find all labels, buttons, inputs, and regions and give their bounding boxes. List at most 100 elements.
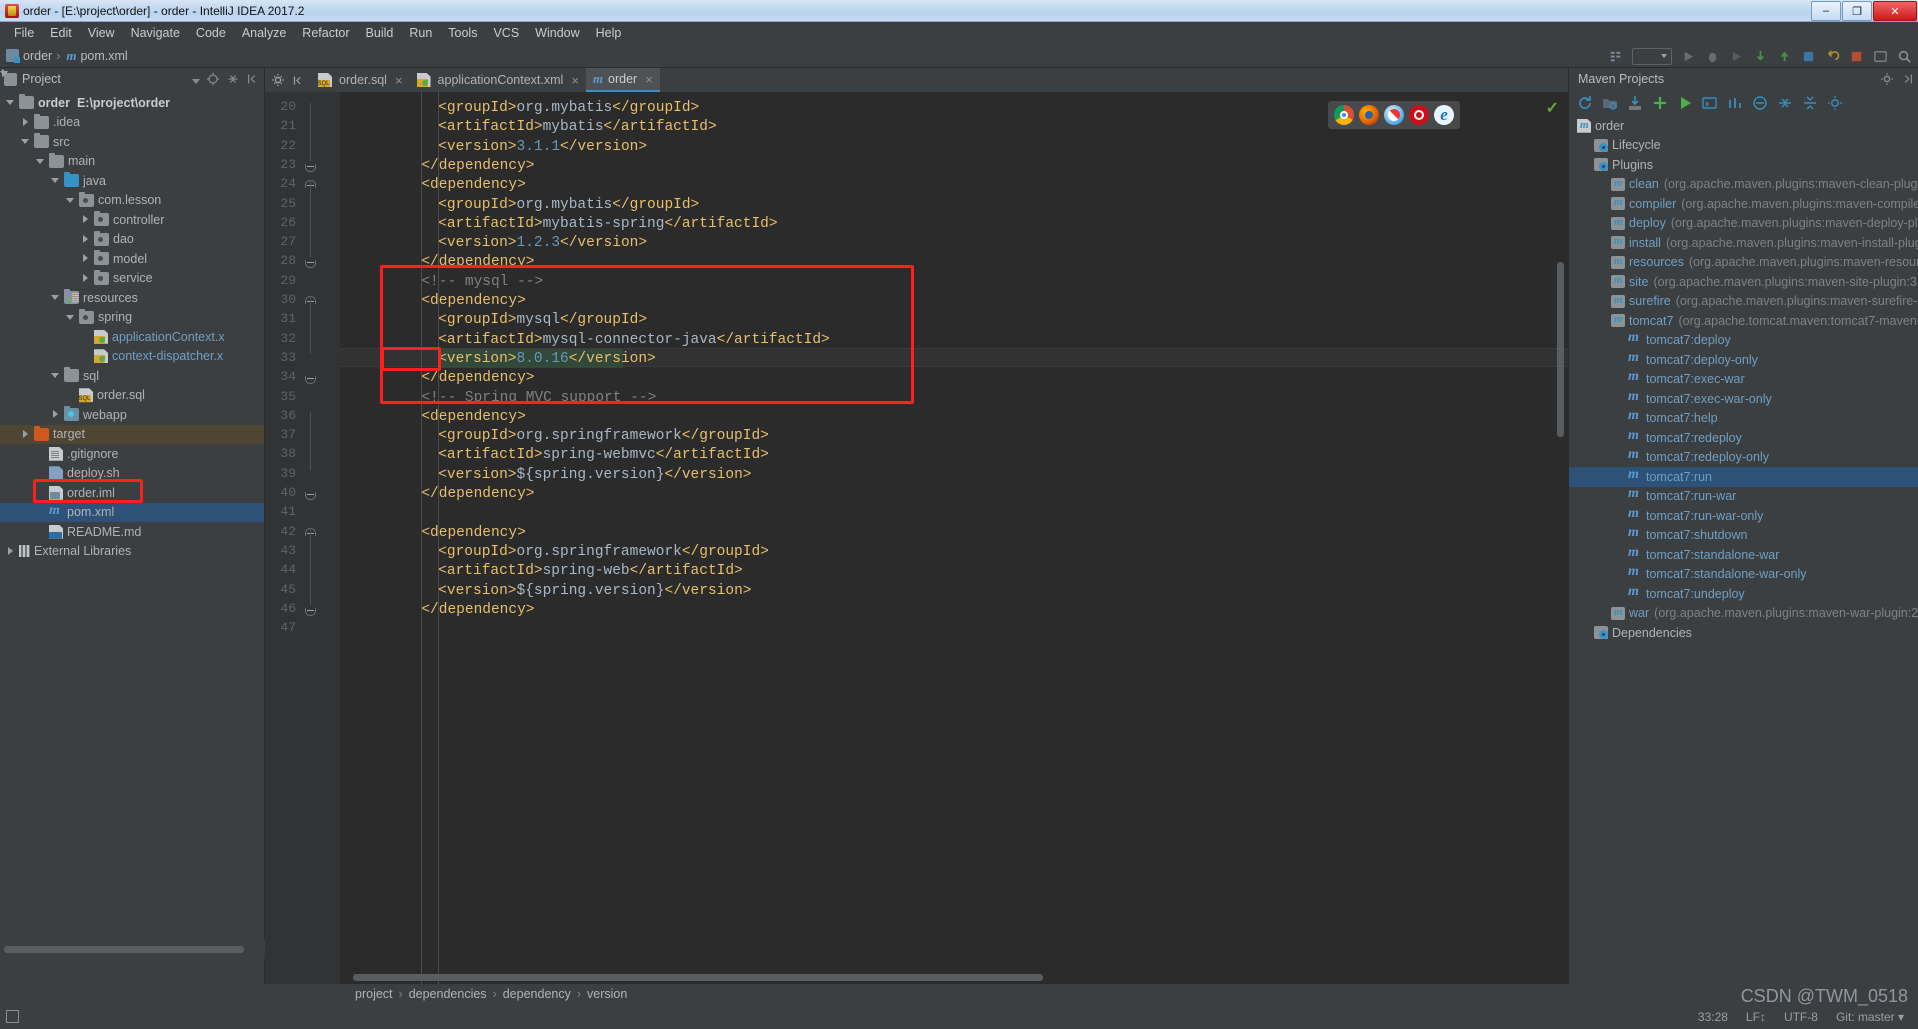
vcs-history-icon[interactable] [1801,49,1816,64]
run-configuration-selector[interactable] [1632,47,1672,65]
project-tree-item-sql[interactable]: sql [0,366,264,386]
project-tree-item-pom-xml[interactable]: pom.xml [0,502,264,522]
code-line[interactable]: <version>1.2.3</version> [438,234,647,253]
status-bar-right[interactable]: 33:28 LF↕ UTF-8 Git: master ▾ [1698,1010,1918,1024]
project-tree-item-src[interactable]: src [0,132,264,152]
project-tree-item-controller[interactable]: controller [0,210,264,230]
download-sources-icon[interactable] [1627,95,1643,111]
opera-icon[interactable] [1409,105,1429,125]
maven-tree-item-tomcat7-deploy[interactable]: tomcat7:deploy [1569,330,1918,351]
toggle-skip-tests-icon[interactable] [1727,95,1743,111]
breadcrumb-item-dependency[interactable]: dependency [503,987,571,1001]
line-separator[interactable]: LF↕ [1746,1010,1766,1024]
editor-vertical-scrollbar[interactable] [1557,262,1564,437]
maven-tree-item-install[interactable]: install (org.apache.maven.plugins:maven-i… [1569,233,1918,253]
code-line[interactable]: <groupId>org.mybatis</groupId> [438,196,699,215]
hide-panel-icon[interactable] [1900,72,1914,86]
project-tree-item-readme-md[interactable]: README.md [0,522,264,542]
maven-tree-item-order[interactable]: order [1569,116,1918,136]
run-icon[interactable] [1677,95,1693,111]
firefox-icon[interactable] [1359,105,1379,125]
menu-bar[interactable]: File Edit View Navigate Code Analyze Refactor B… [0,22,1918,44]
code-fold-marker[interactable] [305,373,316,385]
menu-item-code[interactable]: Code [188,24,234,42]
code-line[interactable]: <!-- mysql --> [421,273,543,292]
chrome-icon[interactable] [1334,105,1354,125]
breadcrumb-item-version[interactable]: version [587,987,627,1001]
code-line[interactable]: <artifactId>spring-web</artifactId> [438,562,743,581]
chevron-right-icon[interactable] [6,546,17,557]
maximize-button[interactable]: ❐ [1842,1,1872,21]
code-fold-marker[interactable] [305,161,316,172]
breadcrumb[interactable]: project › dependencies › dependency › version [265,984,1568,1004]
expand-all-icon[interactable] [1802,95,1818,111]
toggle-offline-icon[interactable] [1752,95,1768,111]
code-line[interactable]: <version>8.0.16</version> [438,350,656,369]
maven-tree-item-surefire[interactable]: surefire (org.apache.maven.plugins:maven-… [1569,292,1918,312]
project-tree-item-main[interactable]: main [0,152,264,172]
maven-tree-item-tomcat7-run[interactable]: tomcat7:run [1569,467,1918,487]
menu-item-edit[interactable]: Edit [42,24,80,42]
code-line[interactable]: <version>${spring.version}</version> [438,466,751,485]
code-line[interactable]: <dependency> [421,524,525,543]
chevron-right-icon[interactable] [81,234,92,245]
maven-tree-item-tomcat7-run-war-only[interactable]: tomcat7:run-war-only [1569,506,1918,526]
breadcrumb-item-dependencies[interactable]: dependencies [409,987,487,1001]
close-icon[interactable]: × [395,73,403,88]
caret-position[interactable]: 33:28 [1698,1010,1728,1024]
window-controls[interactable]: – ❐ ✕ [1811,0,1918,22]
editor-tab-left-icons[interactable] [265,68,311,92]
maven-tree-item-tomcat7-undeploy[interactable]: tomcat7:undeploy [1569,584,1918,604]
project-tree[interactable]: order E:\project\order .idea src main java com… [0,90,264,984]
project-tree-item-target[interactable]: target [0,424,264,444]
code-line[interactable]: <dependency> [421,292,525,311]
menu-item-vcs[interactable]: VCS [485,24,527,42]
maven-tree-item-tomcat7-exec-war-only[interactable]: tomcat7:exec-war-only [1569,389,1918,409]
vcs-commit-icon[interactable] [1777,49,1792,64]
project-panel-header[interactable]: Project [0,68,264,90]
menu-item-window[interactable]: Window [527,24,587,42]
maven-tree-item-deploy[interactable]: deploy (org.apache.maven.plugins:maven-de… [1569,214,1918,234]
navigation-bar[interactable]: order › m pom.xml [0,44,1918,68]
editor-horizontal-scrollbar[interactable] [353,974,1043,981]
project-tree-item-order[interactable]: order E:\project\order [0,93,264,113]
settings-icon[interactable] [1873,49,1888,64]
code-line[interactable]: <dependency> [421,408,525,427]
vcs-branch-widget[interactable]: Git: master ▾ [1836,1010,1904,1024]
maven-tree-item-tomcat7-redeploy-only[interactable]: tomcat7:redeploy-only [1569,447,1918,468]
toggle-toolwindows-icon[interactable] [6,1010,19,1023]
code-fold-marker[interactable] [305,489,316,500]
project-tree-item-applicationcontext-x[interactable]: applicationContext.x [0,327,264,347]
inspection-status-ok-icon[interactable]: ✓ [1546,98,1559,118]
editor-tab-order-sql[interactable]: order.sql × [311,68,410,92]
maven-tree-item-compiler[interactable]: compiler (org.apache.maven.plugins:maven-… [1569,194,1918,214]
collapse-all-icon[interactable] [1777,95,1793,111]
safari-icon[interactable] [1384,105,1404,125]
gear-icon[interactable] [1880,72,1894,86]
maven-tree-item-lifecycle[interactable]: Lifecycle [1569,136,1918,156]
hide-panel-icon[interactable] [292,74,305,87]
maven-toolbar[interactable] [1569,90,1918,116]
navbar-crumb-pomxml[interactable]: m pom.xml [66,48,127,64]
breadcrumb-item-project[interactable]: project [355,987,393,1001]
project-tree-item-idea[interactable]: .idea [0,113,264,133]
code-line[interactable]: <groupId>org.springframework</groupId> [438,543,769,562]
maven-tree-item-war[interactable]: war (org.apache.maven.plugins:maven-war-p… [1569,604,1918,624]
menu-item-help[interactable]: Help [588,24,630,42]
maven-tree-item-tomcat7-redeploy[interactable]: tomcat7:redeploy [1569,428,1918,448]
code-line[interactable]: <groupId>mysql</groupId> [438,311,647,330]
code-line[interactable]: <artifactId>spring-webmvc</artifactId> [438,446,769,465]
navbar-crumb-project[interactable]: order › [6,49,60,63]
maven-tree-item-tomcat7[interactable]: tomcat7 (org.apache.tomcat.maven:tomcat7-… [1569,311,1918,331]
maven-tree-item-tomcat7-standalone-war-only[interactable]: tomcat7:standalone-war-only [1569,564,1918,585]
project-tree-item-com-lesson[interactable]: com.lesson [0,191,264,211]
code-line[interactable]: <artifactId>mybatis-spring</artifactId> [438,215,777,234]
code-fold-marker[interactable] [305,605,316,616]
chevron-right-icon[interactable] [51,409,62,420]
vcs-update-icon[interactable] [1753,49,1768,64]
project-tree-item-webapp[interactable]: webapp [0,405,264,425]
project-horizontal-scrollbar[interactable] [0,939,265,959]
maven-tree-item-tomcat7-run-war[interactable]: tomcat7:run-war [1569,486,1918,507]
maven-tree-item-plugins[interactable]: Plugins [1569,155,1918,175]
undo-icon[interactable] [1825,49,1840,64]
